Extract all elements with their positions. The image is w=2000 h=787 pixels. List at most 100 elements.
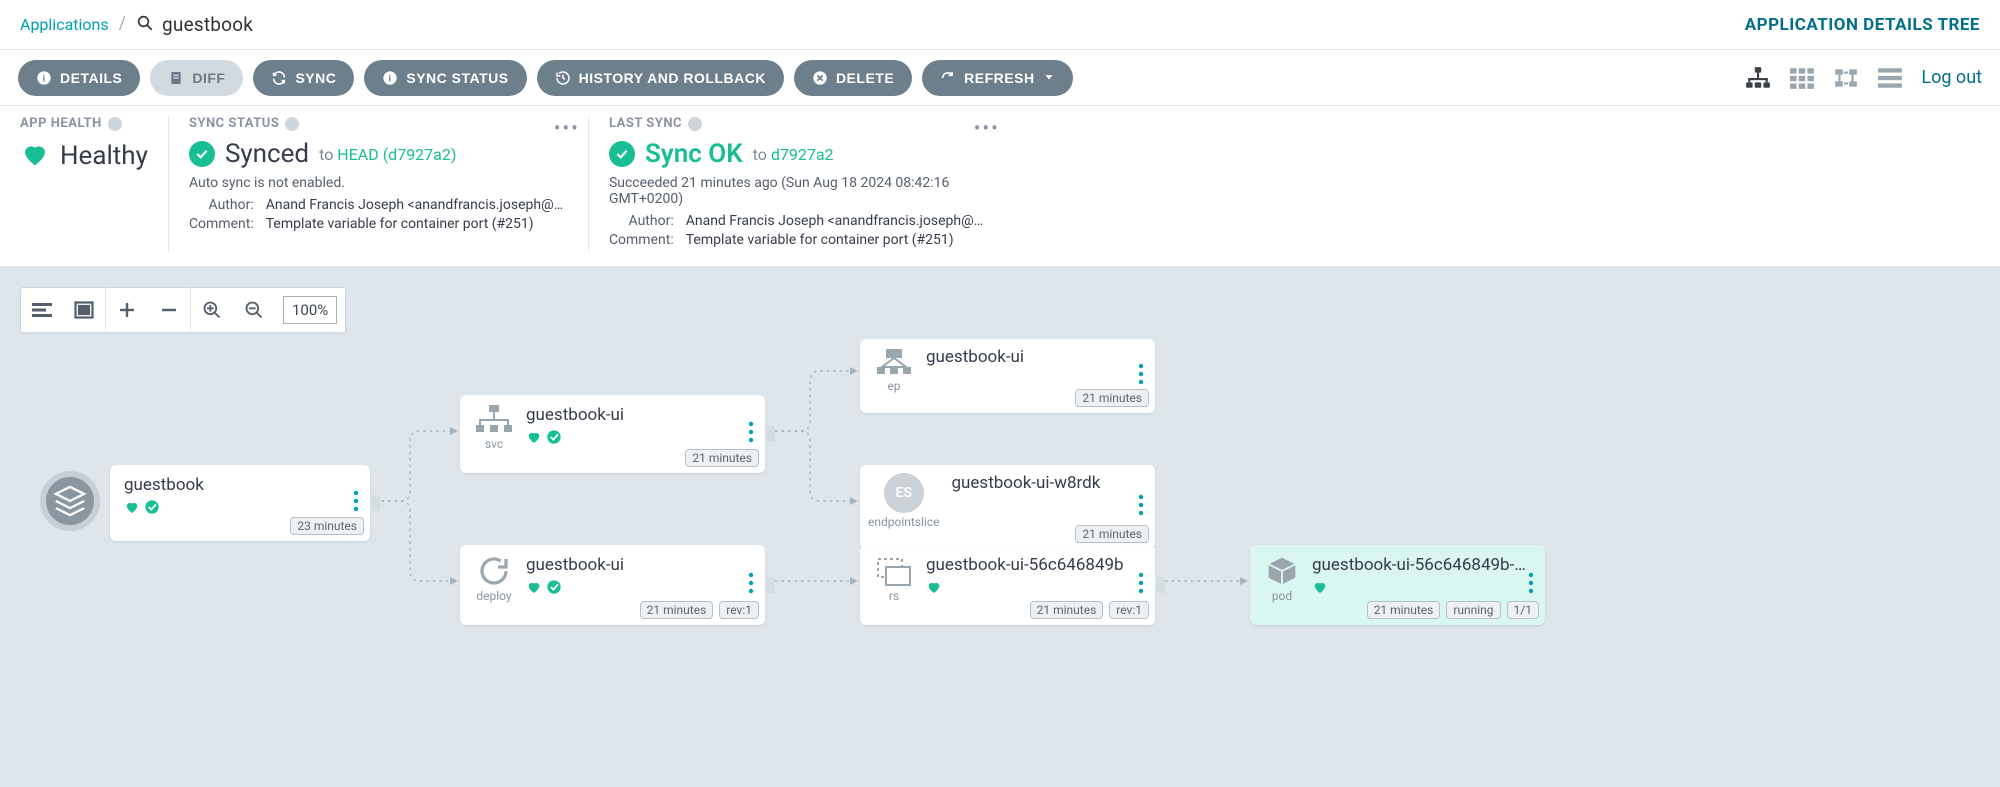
sync-status-panel: ••• SYNC STATUS Synced to HEAD (d7927a2)…	[168, 116, 588, 252]
sync-status-button[interactable]: i SYNC STATUS	[364, 60, 526, 96]
heart-icon	[526, 429, 542, 449]
view-list-icon[interactable]	[1877, 67, 1903, 89]
heart-icon	[926, 579, 942, 599]
status-strip: APP HEALTH Healthy ••• SYNC STATUS Synce…	[0, 106, 2000, 267]
node-menu[interactable]	[747, 421, 755, 447]
svg-text:i: i	[43, 73, 46, 83]
last-sync-panel: ••• LAST SYNC Sync OK to d7927a2 Succeed…	[588, 116, 1008, 252]
app-health-value: Healthy	[60, 141, 148, 171]
app-quick-search[interactable]: guestbook	[136, 13, 253, 36]
info-dot-icon[interactable]	[285, 117, 299, 131]
node-name: guestbook-ui-56c646849b	[926, 555, 1141, 575]
node-kind: pod	[1272, 589, 1292, 603]
action-toolbar: i DETAILS DIFF SYNC i SYNC STATUS HISTOR…	[0, 50, 2000, 106]
app-health-panel: APP HEALTH Healthy	[20, 116, 168, 252]
sync-to-label: to	[319, 145, 333, 164]
check-circle-icon	[144, 499, 160, 519]
sync-status-header: SYNC STATUS	[189, 116, 279, 131]
logout-link[interactable]: Log out	[1921, 67, 1982, 88]
layout-horizontal-icon[interactable]	[21, 287, 63, 333]
info-dot-icon[interactable]	[688, 117, 702, 131]
node-age-tag: 21 minutes	[685, 449, 759, 467]
node-name: guestbook-ui-w8rdk	[951, 473, 1141, 493]
last-sync-state: Sync OK	[645, 139, 743, 169]
zoom-minus-icon[interactable]	[148, 287, 190, 333]
node-menu[interactable]	[747, 572, 755, 598]
app-root-icon	[40, 471, 100, 531]
breadcrumb-root-link[interactable]: Applications	[20, 15, 109, 34]
breadcrumb-separator: /	[119, 13, 126, 34]
last-sync-note: Succeeded 21 minutes ago (Sun Aug 18 202…	[609, 175, 988, 207]
node-name: guestbook-ui-56c646849b-5t…	[1312, 555, 1531, 575]
node-name: guestbook-ui	[526, 405, 751, 425]
author-label: Author:	[189, 197, 254, 213]
node-deployment[interactable]: deploy guestbook-ui 21 minutes rev:1	[460, 545, 765, 625]
details-button[interactable]: i DETAILS	[18, 60, 140, 96]
svg-text:i: i	[389, 73, 392, 83]
node-kind: endpointslice	[868, 515, 939, 529]
refresh-button[interactable]: REFRESH	[922, 60, 1072, 96]
node-pod[interactable]: pod guestbook-ui-56c646849b-5t… 21 minut…	[1250, 545, 1545, 625]
breadcrumb-bar: Applications / guestbook APPLICATION DET…	[0, 0, 2000, 50]
endpointslice-icon: ES	[884, 473, 924, 513]
view-grid-icon[interactable]	[1789, 67, 1815, 89]
sync-revision-link[interactable]: HEAD (d7927a2)	[337, 145, 456, 164]
node-age-tag: 21 minutes	[1030, 601, 1104, 619]
node-name: guestbook-ui	[926, 347, 1141, 367]
last-sync-to-label: to	[753, 145, 767, 164]
info-dot-icon[interactable]	[108, 117, 122, 131]
node-age-tag: 23 minutes	[290, 517, 364, 535]
zoom-percent[interactable]: 100%	[283, 296, 337, 324]
check-circle-icon	[546, 429, 562, 449]
view-tree-icon[interactable]	[1745, 67, 1771, 89]
node-name: guestbook-ui	[526, 555, 751, 575]
delete-button[interactable]: DELETE	[794, 60, 912, 96]
node-endpoints[interactable]: ep guestbook-ui 21 minutes	[860, 339, 1155, 413]
diff-button[interactable]: DIFF	[150, 60, 243, 96]
fit-screen-icon[interactable]	[63, 287, 105, 333]
node-menu[interactable]	[1137, 363, 1145, 389]
node-menu[interactable]	[1137, 494, 1145, 520]
node-menu[interactable]	[352, 490, 360, 516]
app-health-header: APP HEALTH	[20, 116, 102, 131]
heart-icon	[526, 579, 542, 599]
node-endpointslice[interactable]: ES endpointslice guestbook-ui-w8rdk 21 m…	[860, 465, 1155, 549]
node-kind: rs	[889, 589, 899, 603]
node-service[interactable]: svc guestbook-ui 21 minutes	[460, 395, 765, 473]
node-kind: deploy	[476, 589, 511, 603]
node-app-root[interactable]: guestbook 23 minutes	[110, 465, 370, 541]
node-kind: svc	[485, 437, 503, 451]
comment-value: Template variable for container port (#2…	[266, 216, 568, 232]
magnify-minus-icon[interactable]	[233, 287, 275, 333]
check-circle-icon	[189, 141, 215, 167]
last-sync-revision-link[interactable]: d7927a2	[771, 145, 834, 164]
diff-icon	[168, 70, 184, 86]
page-title: APPLICATION DETAILS TREE	[1745, 15, 1980, 35]
zoom-toolbar: 100%	[20, 287, 346, 333]
history-rollback-button[interactable]: HISTORY AND ROLLBACK	[537, 60, 784, 96]
tree-canvas[interactable]: 100% guestbook	[0, 267, 2000, 787]
comment-label: Comment:	[609, 232, 674, 248]
node-ready-tag: 1/1	[1507, 601, 1539, 619]
node-state-tag: running	[1446, 601, 1500, 619]
sync-status-menu[interactable]: •••	[554, 116, 580, 140]
check-circle-icon	[546, 579, 562, 599]
node-age-tag: 21 minutes	[640, 601, 714, 619]
chevron-down-icon	[1043, 70, 1055, 86]
last-sync-header: LAST SYNC	[609, 116, 682, 131]
node-menu[interactable]	[1137, 572, 1145, 598]
view-network-icon[interactable]	[1833, 67, 1859, 89]
sync-icon	[271, 70, 287, 86]
last-sync-menu[interactable]: •••	[974, 116, 1000, 140]
sync-button[interactable]: SYNC	[253, 60, 354, 96]
zoom-plus-icon[interactable]	[106, 287, 148, 333]
search-icon	[136, 14, 154, 36]
comment-label: Comment:	[189, 216, 254, 232]
comment-value: Template variable for container port (#2…	[686, 232, 988, 248]
node-replicaset[interactable]: rs guestbook-ui-56c646849b 21 minutes re…	[860, 545, 1155, 625]
history-icon	[555, 70, 571, 86]
author-value: Anand Francis Joseph <anandfrancis.josep…	[266, 197, 568, 213]
magnify-plus-icon[interactable]	[191, 287, 233, 333]
node-menu[interactable]	[1527, 572, 1535, 598]
node-rev-tag: rev:1	[1109, 601, 1149, 619]
